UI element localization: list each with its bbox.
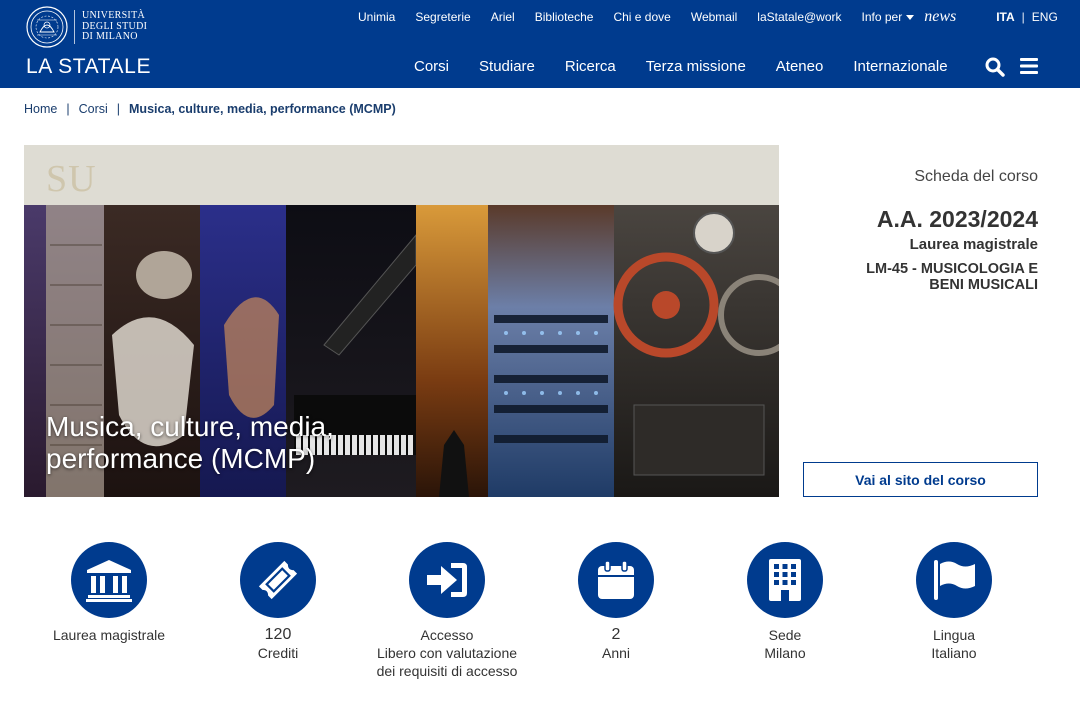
- degree-type: Laurea magistrale: [909, 236, 1038, 253]
- building-icon: [769, 559, 801, 601]
- feature-text: Accesso Libero con valutazione dei requi…: [376, 627, 518, 679]
- nav-studiare[interactable]: Studiare: [479, 58, 535, 75]
- feature-degree-type: Laurea magistrale: [24, 542, 194, 644]
- logo-divider: [74, 10, 75, 44]
- feature-location: Sede Milano: [700, 542, 870, 662]
- link-ariel[interactable]: Ariel: [491, 10, 515, 24]
- language-switcher: ITA | ENG: [996, 10, 1058, 24]
- feature-access: Accesso Libero con valutazione dei requi…: [362, 542, 532, 680]
- main-navigation: Corsi Studiare Ricerca Terza missione At…: [414, 58, 948, 75]
- site-header: UNIVERSITÀ DEGLI STUDI DI MILANO LA STAT…: [0, 0, 1080, 88]
- feature-circle: [240, 542, 316, 618]
- lang-separator: |: [1021, 10, 1025, 24]
- feature-credits: 120 Crediti: [193, 542, 363, 662]
- hero-overlay-letters: SU: [46, 158, 97, 200]
- feature-language: Lingua Italiano: [869, 542, 1039, 662]
- nav-terza-missione[interactable]: Terza missione: [646, 58, 746, 75]
- feature-circle: [578, 542, 654, 618]
- lang-eng[interactable]: ENG: [1032, 10, 1058, 24]
- university-name: UNIVERSITÀ DEGLI STUDI DI MILANO: [82, 10, 148, 42]
- lang-ita[interactable]: ITA: [996, 10, 1014, 24]
- breadcrumb: Home | Corsi | Musica, culture, media, p…: [24, 102, 396, 116]
- degree-class: LM-45 - MUSICOLOGIA E BENI MUSICALI: [866, 261, 1038, 293]
- link-chi-e-dove[interactable]: Chi e dove: [613, 10, 670, 24]
- brand-name: LA STATALE: [26, 55, 152, 78]
- search-icon[interactable]: [985, 57, 1005, 77]
- hero-banner: SU Musica, culture, media, performance (…: [24, 145, 779, 497]
- info-per-dropdown[interactable]: Info per: [862, 10, 915, 24]
- feature-circle: [747, 542, 823, 618]
- university-seal-icon: [26, 6, 68, 48]
- university-logo[interactable]: UNIVERSITÀ DEGLI STUDI DI MILANO LA STAT…: [26, 6, 166, 84]
- breadcrumb-current: Musica, culture, media, performance (MCM…: [129, 102, 396, 116]
- news-link[interactable]: news: [924, 8, 956, 26]
- breadcrumb-home[interactable]: Home: [24, 102, 57, 116]
- feature-duration: 2 Anni: [531, 542, 701, 662]
- breadcrumb-corsi[interactable]: Corsi: [79, 102, 108, 116]
- hero-top-band: [24, 145, 779, 205]
- link-unimia[interactable]: Unimia: [358, 10, 395, 24]
- link-lastatale-work[interactable]: laStatale@work: [757, 10, 841, 24]
- scheda-corso-label: Scheda del corso: [914, 168, 1038, 185]
- nav-corsi[interactable]: Corsi: [414, 58, 449, 75]
- nav-internazionale[interactable]: Internazionale: [853, 58, 947, 75]
- flag-icon: [934, 560, 975, 600]
- course-website-button[interactable]: Vai al sito del corso: [803, 462, 1038, 497]
- feature-circle: [71, 542, 147, 618]
- feature-circle: [409, 542, 485, 618]
- feature-text: 2 Anni: [601, 626, 631, 661]
- utility-links: Unimia Segreterie Ariel Biblioteche Chi …: [358, 8, 1058, 26]
- feature-text: Lingua Italiano: [931, 627, 977, 661]
- university-building-icon: [86, 560, 132, 602]
- feature-text: Laurea magistrale: [52, 627, 166, 643]
- feature-circle: [916, 542, 992, 618]
- nav-ricerca[interactable]: Ricerca: [565, 58, 616, 75]
- calendar-icon: [598, 560, 634, 599]
- link-webmail[interactable]: Webmail: [691, 10, 737, 24]
- feature-text: 120 Crediti: [257, 626, 299, 661]
- link-segreterie[interactable]: Segreterie: [415, 10, 470, 24]
- course-title: Musica, culture, media, performance (MCM…: [46, 411, 334, 474]
- ticket-icon: [258, 560, 298, 600]
- link-biblioteche[interactable]: Biblioteche: [535, 10, 594, 24]
- nav-ateneo[interactable]: Ateneo: [776, 58, 824, 75]
- feature-text: Sede Milano: [764, 627, 806, 661]
- breadcrumb-separator: |: [116, 102, 121, 116]
- caret-down-icon: [906, 14, 915, 20]
- hamburger-menu-icon[interactable]: [1020, 58, 1038, 74]
- academic-year: A.A. 2023/2024: [876, 206, 1038, 232]
- breadcrumb-separator: |: [66, 102, 70, 116]
- sign-in-arrow-icon: [427, 563, 467, 597]
